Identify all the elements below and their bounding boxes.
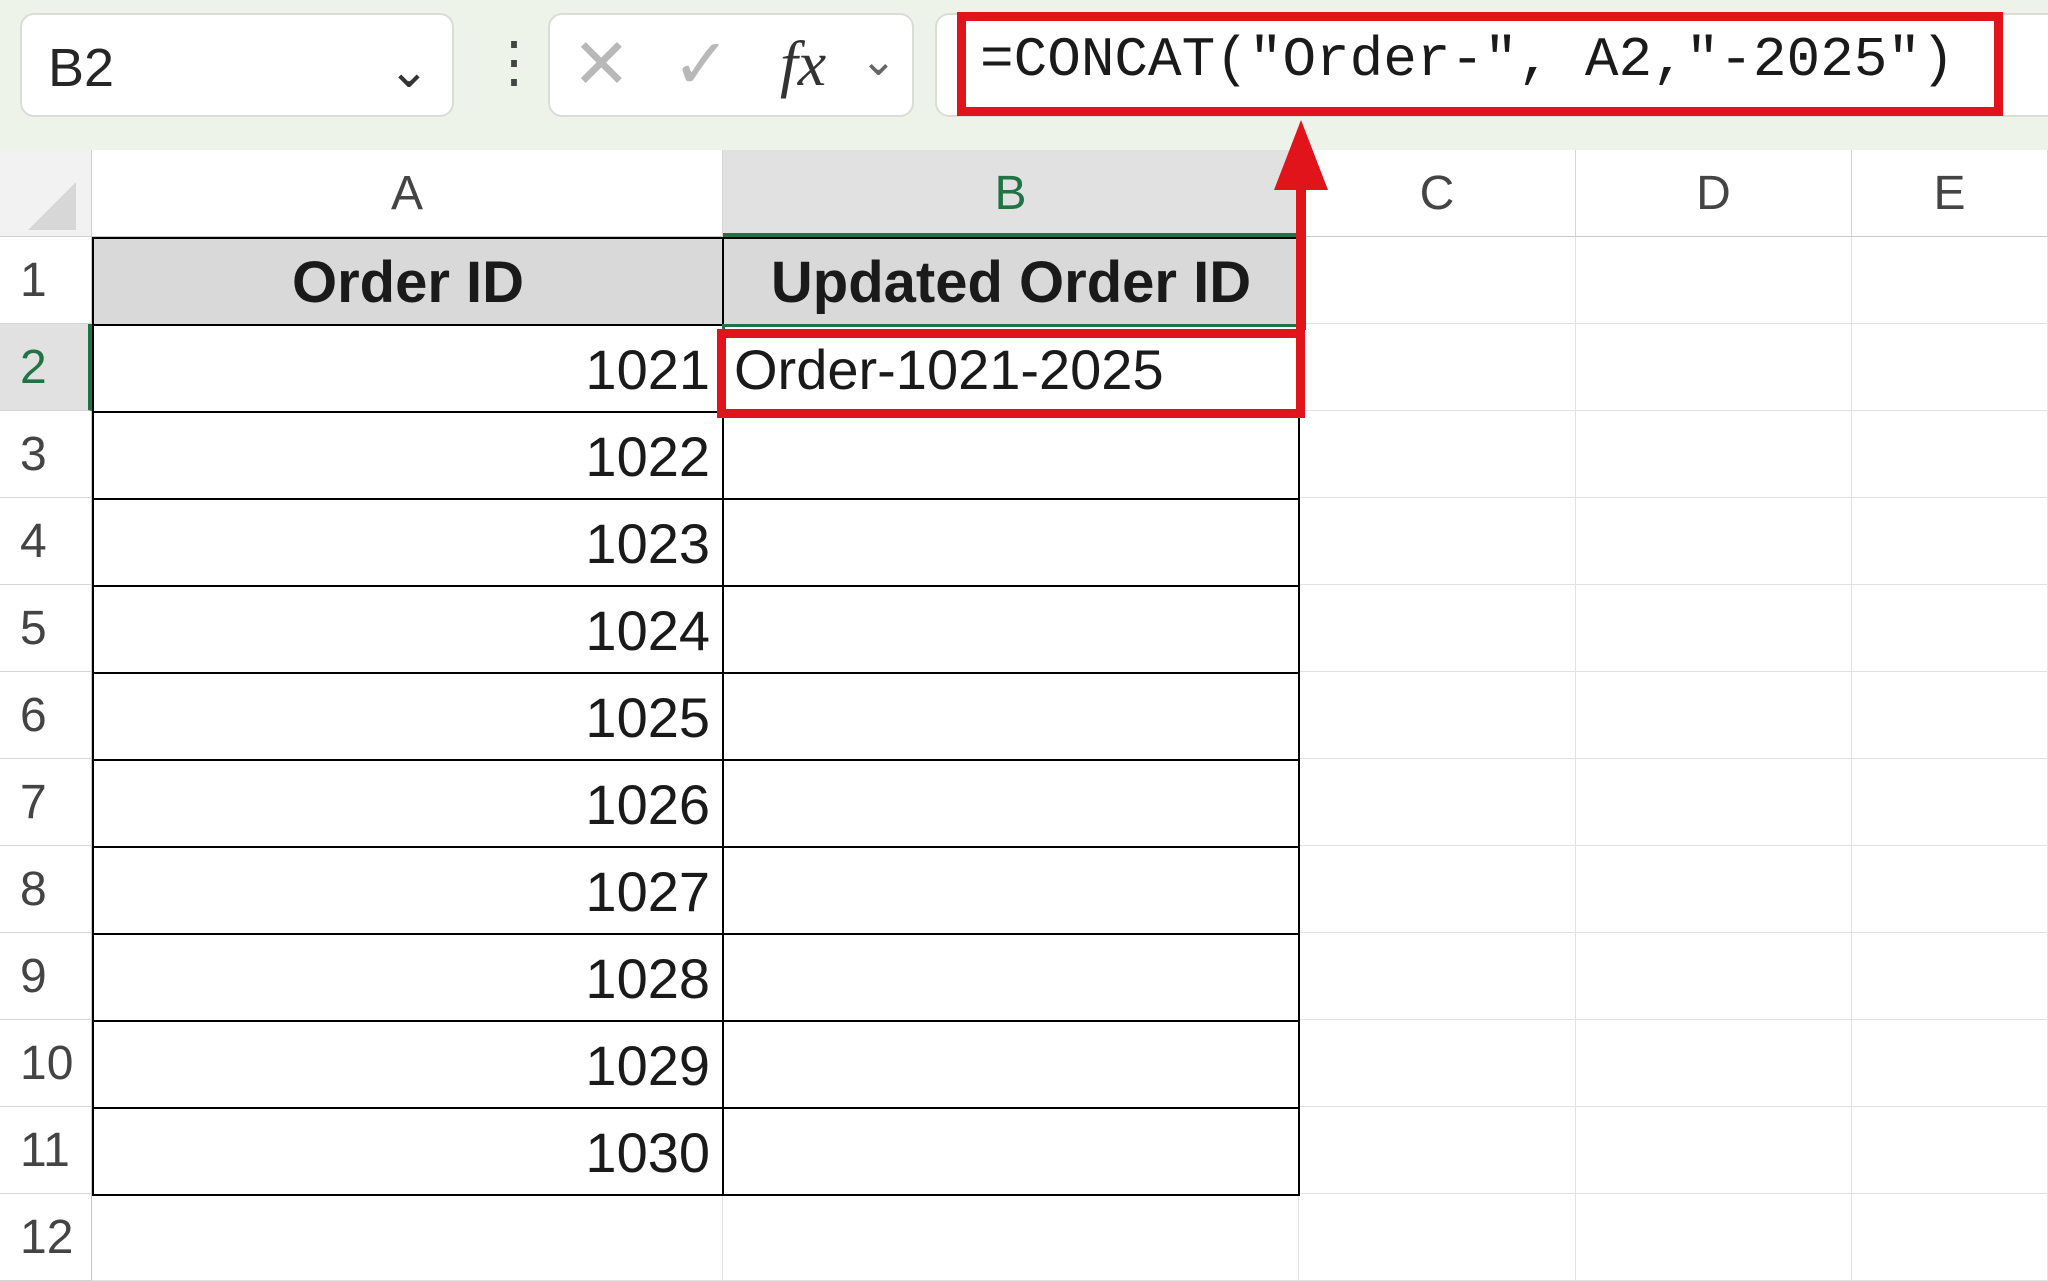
cell-b5[interactable] <box>722 585 1300 674</box>
chevron-down-icon[interactable]: ⌄ <box>388 41 430 99</box>
cell-a7[interactable]: 1026 <box>92 759 724 848</box>
cell-b4[interactable] <box>722 498 1300 587</box>
select-all-triangle-icon <box>28 182 76 230</box>
name-box-value: B2 <box>48 38 115 98</box>
cell-b3[interactable] <box>722 411 1300 500</box>
row-header-11[interactable]: 11 <box>0 1107 92 1194</box>
cell-d7[interactable] <box>1576 759 1852 846</box>
formula-highlight-box <box>957 12 2003 116</box>
cancel-icon[interactable]: ✕ <box>572 23 631 105</box>
cell-a4[interactable]: 1023 <box>92 498 724 587</box>
cell-c8[interactable] <box>1299 846 1576 933</box>
insert-function-icon[interactable]: fx <box>780 27 826 101</box>
cell-a11[interactable]: 1030 <box>92 1107 724 1196</box>
formula-buttons: ✕ ✓ fx ⌄ <box>548 13 914 117</box>
cell-c10[interactable] <box>1299 1020 1576 1107</box>
cell-d2[interactable] <box>1576 324 1852 411</box>
cell-a10[interactable]: 1029 <box>92 1020 724 1109</box>
row-header-2[interactable]: 2 <box>0 324 92 411</box>
cell-a12[interactable] <box>92 1194 723 1281</box>
cell-a8[interactable]: 1027 <box>92 846 724 935</box>
cell-d8[interactable] <box>1576 846 1852 933</box>
enter-check-icon[interactable]: ✓ <box>672 23 731 105</box>
row-header-9[interactable]: 9 <box>0 933 92 1020</box>
result-highlight-box <box>717 329 1305 418</box>
cell-a9[interactable]: 1028 <box>92 933 724 1022</box>
cell-a5[interactable]: 1024 <box>92 585 724 674</box>
column-header-c[interactable]: C <box>1299 150 1576 237</box>
cell-c11[interactable] <box>1299 1107 1576 1194</box>
cell-d4[interactable] <box>1576 498 1852 585</box>
cell-e11[interactable] <box>1852 1107 2048 1194</box>
cell-d11[interactable] <box>1576 1107 1852 1194</box>
cell-d12[interactable] <box>1576 1194 1852 1281</box>
cell-b7[interactable] <box>722 759 1300 848</box>
cell-e9[interactable] <box>1852 933 2048 1020</box>
cell-b12[interactable] <box>723 1194 1299 1281</box>
cell-e12[interactable] <box>1852 1194 2048 1281</box>
row-header-8[interactable]: 8 <box>0 846 92 933</box>
arrow-up-icon <box>1274 120 1328 190</box>
row-header-12[interactable]: 12 <box>0 1194 92 1281</box>
row-header-1[interactable]: 1 <box>0 237 92 324</box>
column-header-e[interactable]: E <box>1852 150 2048 237</box>
cell-d9[interactable] <box>1576 933 1852 1020</box>
cell-b11[interactable] <box>722 1107 1300 1196</box>
cell-c1[interactable] <box>1299 237 1576 324</box>
cell-c12[interactable] <box>1299 1194 1576 1281</box>
row-header-3[interactable]: 3 <box>0 411 92 498</box>
cell-e8[interactable] <box>1852 846 2048 933</box>
row-header-4[interactable]: 4 <box>0 498 92 585</box>
cell-d6[interactable] <box>1576 672 1852 759</box>
cell-e4[interactable] <box>1852 498 2048 585</box>
cell-d1[interactable] <box>1576 237 1852 324</box>
cell-e5[interactable] <box>1852 585 2048 672</box>
cell-a6[interactable]: 1025 <box>92 672 724 761</box>
cell-c4[interactable] <box>1299 498 1576 585</box>
column-header-d[interactable]: D <box>1576 150 1852 237</box>
cell-b8[interactable] <box>722 846 1300 935</box>
cell-a3[interactable]: 1022 <box>92 411 724 500</box>
cell-e1[interactable] <box>1852 237 2048 324</box>
cell-a2[interactable]: 1021 <box>92 324 724 413</box>
cell-d10[interactable] <box>1576 1020 1852 1107</box>
cell-e7[interactable] <box>1852 759 2048 846</box>
row-header-10[interactable]: 10 <box>0 1020 92 1107</box>
cell-c2[interactable] <box>1299 324 1576 411</box>
row-header-5[interactable]: 5 <box>0 585 92 672</box>
column-header-b[interactable]: B <box>723 150 1299 237</box>
cell-c3[interactable] <box>1299 411 1576 498</box>
more-options-icon[interactable]: ⋮ <box>486 34 542 90</box>
cell-c7[interactable] <box>1299 759 1576 846</box>
cell-c5[interactable] <box>1299 585 1576 672</box>
chevron-down-icon[interactable]: ⌄ <box>860 35 897 86</box>
cell-d5[interactable] <box>1576 585 1852 672</box>
column-header-a[interactable]: A <box>92 150 723 237</box>
cell-a1-header[interactable]: Order ID <box>92 237 724 326</box>
cell-c9[interactable] <box>1299 933 1576 1020</box>
name-box[interactable]: B2 ⌄ <box>20 13 454 117</box>
cell-e2[interactable] <box>1852 324 2048 411</box>
cell-e6[interactable] <box>1852 672 2048 759</box>
cell-b9[interactable] <box>722 933 1300 1022</box>
cell-e3[interactable] <box>1852 411 2048 498</box>
row-header-6[interactable]: 6 <box>0 672 92 759</box>
cell-d3[interactable] <box>1576 411 1852 498</box>
cell-b6[interactable] <box>722 672 1300 761</box>
cell-c6[interactable] <box>1299 672 1576 759</box>
row-header-7[interactable]: 7 <box>0 759 92 846</box>
cell-e10[interactable] <box>1852 1020 2048 1107</box>
cell-b1-header[interactable]: Updated Order ID <box>722 237 1300 326</box>
cell-b10[interactable] <box>722 1020 1300 1109</box>
